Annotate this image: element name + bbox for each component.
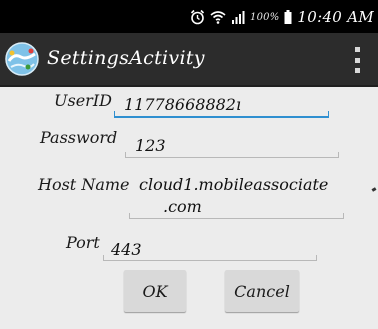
signal-icon (232, 11, 245, 24)
port-field-underline (103, 260, 317, 261)
menu-dot (354, 47, 360, 52)
underline-edge (343, 213, 344, 219)
alarm-icon (190, 9, 205, 25)
app-title: SettingsActivity (47, 47, 205, 69)
underline-edge (316, 255, 317, 261)
userid-field-underline (114, 116, 329, 118)
status-icons: 100% 10:40 AM (190, 6, 374, 28)
battery-percent: 100% (250, 11, 280, 23)
password-field[interactable]: 123 (135, 136, 335, 156)
password-label: Password (40, 128, 118, 147)
cancel-button[interactable]: Cancel (225, 270, 299, 312)
battery-icon (284, 10, 292, 24)
userid-field[interactable]: 11778668882ı (124, 95, 330, 115)
action-bar: SettingsActivity (0, 33, 378, 87)
underline-edge (129, 213, 130, 219)
host-name-field[interactable]: cloud1.mobileassociate (139, 175, 344, 195)
host-name-label: Host Name (38, 175, 130, 194)
underline-edge (114, 111, 115, 117)
menu-dot (354, 68, 360, 73)
wifi-icon (210, 11, 226, 24)
port-field[interactable]: 443 (111, 240, 311, 260)
password-field-underline (125, 157, 339, 158)
underline-edge (338, 152, 339, 158)
host-name-field-underline (129, 218, 344, 219)
userid-label: UserID (54, 91, 112, 110)
menu-dot (354, 57, 360, 63)
ok-button[interactable]: OK (124, 270, 186, 312)
port-label: Port (66, 233, 100, 252)
app-globe-icon[interactable] (4, 41, 40, 77)
underline-edge (125, 152, 126, 158)
stray-mark (371, 187, 377, 192)
host-name-field-line2[interactable]: .com (163, 197, 223, 217)
status-clock: 10:40 AM (297, 8, 374, 26)
underline-edge (328, 111, 329, 117)
underline-edge (103, 255, 104, 261)
overflow-menu-icon[interactable] (352, 47, 362, 73)
status-bar: 100% 10:40 AM (0, 0, 378, 33)
